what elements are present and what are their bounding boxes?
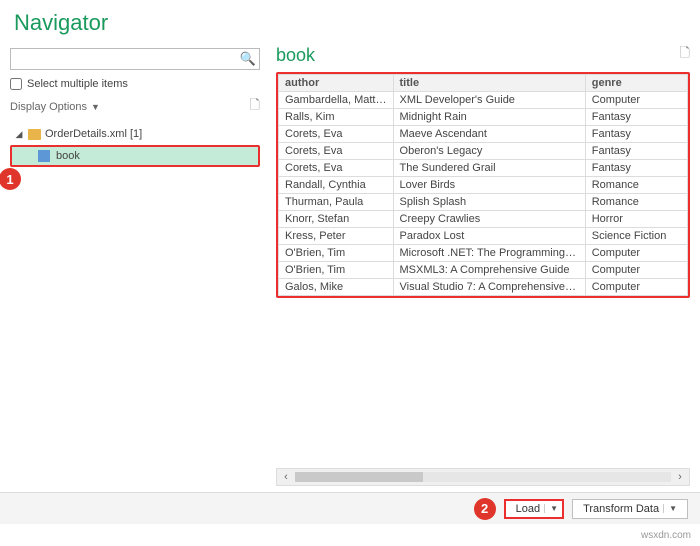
- table-cell: Fantasy: [585, 109, 687, 126]
- table-icon: [38, 150, 50, 162]
- table-cell: Kress, Peter: [279, 228, 394, 245]
- preview-table: author title genre Gambardella, MatthewX…: [278, 74, 688, 296]
- preview-pane: book 🗋 author title genre Gambardella, M…: [270, 42, 700, 546]
- tree-item-selected[interactable]: book: [10, 145, 260, 167]
- table-row[interactable]: Kress, PeterParadox LostScience Fiction: [279, 228, 688, 245]
- table-cell: The Sundered Grail: [393, 160, 585, 177]
- table-cell: Computer: [585, 92, 687, 109]
- tree-root-label: OrderDetails.xml [1]: [45, 128, 142, 140]
- table-cell: Microsoft .NET: The Programming Bible: [393, 245, 585, 262]
- table-cell: Corets, Eva: [279, 126, 394, 143]
- callout-1: 1: [0, 168, 21, 190]
- refresh-icon[interactable]: 🗋: [250, 96, 260, 118]
- table-cell: Oberon's Legacy: [393, 143, 585, 160]
- tree: ◢ OrderDetails.xml [1] book: [10, 126, 260, 167]
- transform-data-label: Transform Data: [583, 503, 659, 515]
- table-row[interactable]: Galos, MikeVisual Studio 7: A Comprehens…: [279, 279, 688, 296]
- display-options-row[interactable]: Display Options ▼ 🗋: [10, 96, 260, 118]
- table-cell: Corets, Eva: [279, 160, 394, 177]
- table-cell: Splish Splash: [393, 194, 585, 211]
- table-cell: Fantasy: [585, 160, 687, 177]
- transform-data-button[interactable]: Transform Data ▼: [572, 499, 688, 519]
- table-cell: Gambardella, Matthew: [279, 92, 394, 109]
- chevron-down-icon[interactable]: ▼: [663, 504, 677, 513]
- footer: 2 Load ▼ Transform Data ▼: [0, 492, 700, 524]
- tree-item-label: book: [56, 150, 80, 162]
- table-cell: Knorr, Stefan: [279, 211, 394, 228]
- left-pane: 1 🔍 Select multiple items Display Option…: [0, 42, 270, 546]
- table-cell: Maeve Ascendant: [393, 126, 585, 143]
- table-cell: Fantasy: [585, 126, 687, 143]
- table-row[interactable]: Ralls, KimMidnight RainFantasy: [279, 109, 688, 126]
- callout-2: 2: [474, 498, 496, 520]
- search-icon[interactable]: 🔍: [237, 51, 259, 67]
- caret-down-icon[interactable]: ◢: [14, 129, 24, 140]
- table-cell: XML Developer's Guide: [393, 92, 585, 109]
- table-cell: Corets, Eva: [279, 143, 394, 160]
- load-button[interactable]: Load ▼: [504, 499, 564, 519]
- main-area: 1 🔍 Select multiple items Display Option…: [0, 42, 700, 546]
- table-row[interactable]: O'Brien, TimMicrosoft .NET: The Programm…: [279, 245, 688, 262]
- table-cell: Romance: [585, 177, 687, 194]
- table-row[interactable]: Corets, EvaMaeve AscendantFantasy: [279, 126, 688, 143]
- col-genre[interactable]: genre: [585, 75, 687, 92]
- table-cell: Computer: [585, 245, 687, 262]
- table-cell: Galos, Mike: [279, 279, 394, 296]
- table-row[interactable]: Gambardella, MatthewXML Developer's Guid…: [279, 92, 688, 109]
- folder-icon: [28, 129, 41, 140]
- table-cell: O'Brien, Tim: [279, 245, 394, 262]
- preview-header: book 🗋: [276, 44, 690, 66]
- table-cell: Lover Birds: [393, 177, 585, 194]
- header: Navigator: [0, 0, 700, 42]
- horizontal-scrollbar[interactable]: ‹ ›: [276, 468, 690, 486]
- table-cell: O'Brien, Tim: [279, 262, 394, 279]
- table-cell: Midnight Rain: [393, 109, 585, 126]
- scroll-track[interactable]: [295, 472, 671, 482]
- select-multiple-row[interactable]: Select multiple items: [10, 78, 260, 90]
- watermark: wsxdn.com: [638, 529, 694, 542]
- table-cell: MSXML3: A Comprehensive Guide: [393, 262, 585, 279]
- scroll-left-icon[interactable]: ‹: [277, 471, 295, 483]
- preview-table-wrap: author title genre Gambardella, MatthewX…: [276, 72, 690, 298]
- table-row[interactable]: Randall, CynthiaLover BirdsRomance: [279, 177, 688, 194]
- preview-options-icon[interactable]: 🗋: [680, 44, 690, 66]
- table-cell: Creepy Crawlies: [393, 211, 585, 228]
- table-cell: Science Fiction: [585, 228, 687, 245]
- navigator-window: Navigator 1 🔍 Select multiple items Disp…: [0, 0, 700, 546]
- table-cell: Horror: [585, 211, 687, 228]
- col-title[interactable]: title: [393, 75, 585, 92]
- table-cell: Fantasy: [585, 143, 687, 160]
- table-row[interactable]: Thurman, PaulaSplish SplashRomance: [279, 194, 688, 211]
- search-input[interactable]: [11, 51, 237, 67]
- table-header-row: author title genre: [279, 75, 688, 92]
- select-multiple-label: Select multiple items: [27, 78, 128, 90]
- table-row[interactable]: Corets, EvaOberon's LegacyFantasy: [279, 143, 688, 160]
- scroll-thumb[interactable]: [295, 472, 423, 482]
- table-cell: Thurman, Paula: [279, 194, 394, 211]
- window-title: Navigator: [14, 10, 686, 36]
- table-row[interactable]: Knorr, StefanCreepy CrawliesHorror: [279, 211, 688, 228]
- display-options-label: Display Options: [10, 101, 87, 113]
- scroll-right-icon[interactable]: ›: [671, 471, 689, 483]
- select-multiple-checkbox[interactable]: [10, 78, 22, 90]
- col-author[interactable]: author: [279, 75, 394, 92]
- chevron-down-icon[interactable]: ▼: [544, 504, 558, 513]
- tree-root[interactable]: ◢ OrderDetails.xml [1]: [10, 126, 260, 142]
- table-cell: Ralls, Kim: [279, 109, 394, 126]
- load-button-label: Load: [516, 503, 540, 515]
- table-cell: Computer: [585, 262, 687, 279]
- search-box[interactable]: 🔍: [10, 48, 260, 70]
- table-row[interactable]: O'Brien, TimMSXML3: A Comprehensive Guid…: [279, 262, 688, 279]
- table-row[interactable]: Corets, EvaThe Sundered GrailFantasy: [279, 160, 688, 177]
- preview-title: book: [276, 45, 315, 66]
- table-cell: Randall, Cynthia: [279, 177, 394, 194]
- table-cell: Visual Studio 7: A Comprehensive Guide: [393, 279, 585, 296]
- table-cell: Computer: [585, 279, 687, 296]
- chevron-down-icon[interactable]: ▼: [91, 102, 100, 112]
- table-cell: Paradox Lost: [393, 228, 585, 245]
- table-cell: Romance: [585, 194, 687, 211]
